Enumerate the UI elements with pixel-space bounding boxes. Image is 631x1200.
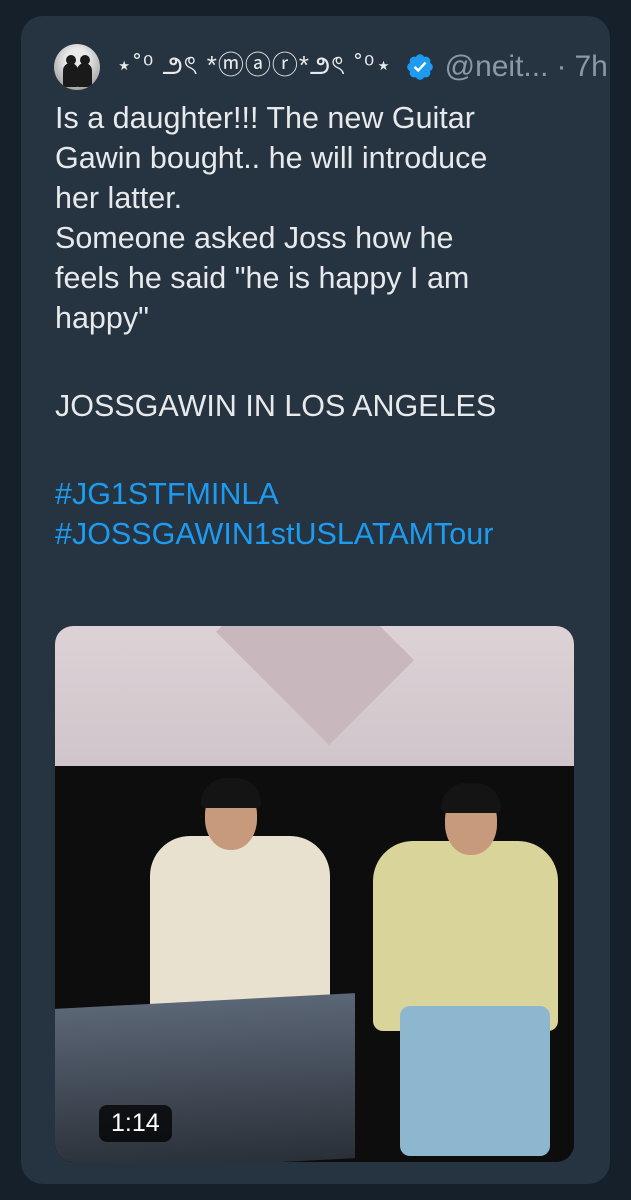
tweet-line: Gawin bought.. he will introduce bbox=[55, 141, 488, 175]
hashtag-link[interactable]: #JG1STFMINLA bbox=[55, 474, 595, 514]
tweet-line: her latter. bbox=[55, 181, 183, 215]
handle[interactable]: @neit... bbox=[445, 50, 549, 84]
tweet-headline: JOSSGAWIN IN LOS ANGELES bbox=[55, 389, 497, 423]
display-name[interactable]: ⋆˚⁰ ౨ৎ *ⓜⓐⓡ*౨ৎ ˚⁰⋆ bbox=[116, 45, 393, 89]
tweet-line: feels he said "he is happy I am bbox=[55, 261, 470, 295]
stage-screen bbox=[55, 626, 574, 766]
separator-dot: · bbox=[556, 50, 567, 83]
tweet-header: ⋆˚⁰ ౨ৎ *ⓜⓐⓡ*౨ৎ ˚⁰⋆ @neit... · 7h bbox=[54, 42, 608, 92]
hashtag-link[interactable]: #JOSSGAWIN1stUSLATAMTour bbox=[55, 514, 595, 554]
tweet-card[interactable]: ⋆˚⁰ ౨ৎ *ⓜⓐⓡ*౨ৎ ˚⁰⋆ @neit... · 7h Is a da… bbox=[21, 16, 610, 1184]
video-thumbnail[interactable]: 1:14 bbox=[55, 626, 574, 1162]
tweet-text: Is a daughter!!! The new Guitar Gawin bo… bbox=[55, 98, 595, 554]
verified-badge-icon bbox=[406, 54, 433, 80]
tweet-line: Is a daughter!!! The new Guitar bbox=[55, 101, 475, 135]
timestamp[interactable]: 7h bbox=[574, 50, 607, 84]
avatar[interactable] bbox=[54, 44, 100, 90]
tweet-line: happy" bbox=[55, 301, 149, 335]
video-duration: 1:14 bbox=[99, 1105, 172, 1142]
tweet-line: Someone asked Joss how he bbox=[55, 221, 454, 255]
